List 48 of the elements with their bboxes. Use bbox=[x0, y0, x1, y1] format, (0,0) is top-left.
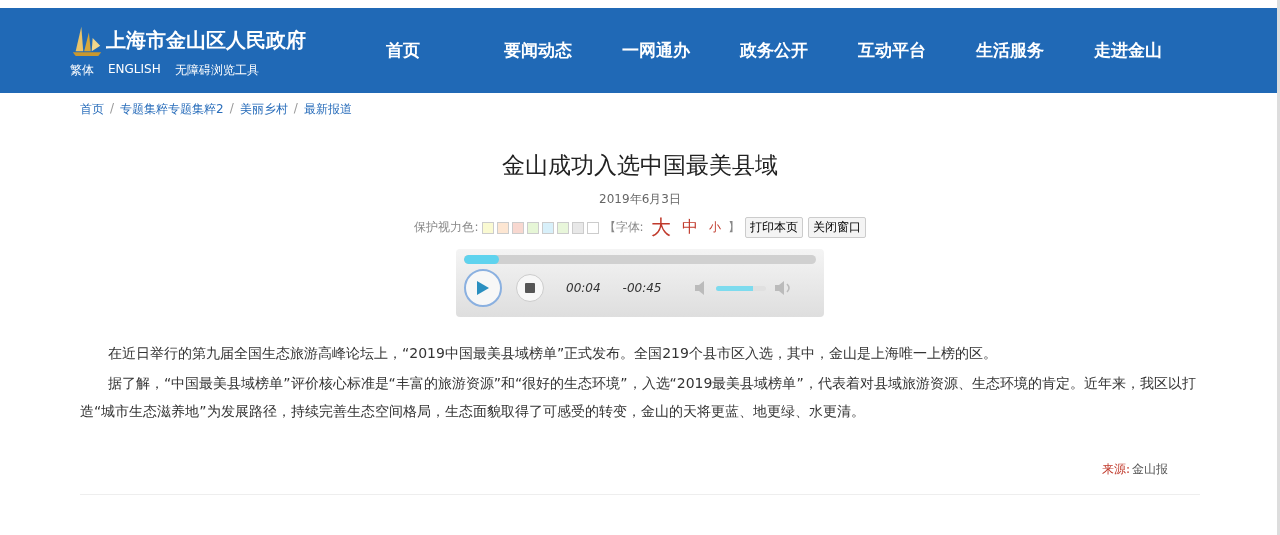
progress-track[interactable] bbox=[464, 255, 816, 264]
color-swatch[interactable] bbox=[571, 221, 584, 234]
breadcrumb-link[interactable]: 首页 bbox=[80, 101, 104, 118]
nav-link[interactable]: 走进金山 bbox=[1094, 39, 1212, 62]
color-swatch[interactable] bbox=[586, 221, 599, 234]
stop-icon bbox=[525, 283, 535, 293]
nav-link[interactable]: 生活服务 bbox=[976, 39, 1094, 62]
font-size-link[interactable]: 中 bbox=[681, 217, 698, 238]
breadcrumb-link[interactable]: 最新报道 bbox=[303, 101, 352, 118]
site-title[interactable]: 上海市金山区人民政府 bbox=[106, 26, 306, 54]
nav-link[interactable]: 互动平台 bbox=[858, 39, 976, 62]
play-button[interactable] bbox=[464, 269, 502, 307]
article-paragraph: 据了解，“中国最美县域榜单”评价核心标准是“丰富的旅游资源”和“很好的生态环境”，入选“2019最美县域榜单”，代表着对县域旅游资源、生态环境的肯定。近年来，我区以打造“城市生态滋养地”为发展路径，持续完善生态空间格局，生态面貌取得了可感受的转变，金山的天将更蓝、地更绿、水更清。 bbox=[80, 374, 1197, 421]
breadcrumb-separator: / bbox=[229, 101, 234, 117]
header-link[interactable]: 无障碍浏览工具 bbox=[174, 62, 259, 79]
breadcrumb-link[interactable]: 美丽乡村 bbox=[239, 101, 288, 118]
stop-button[interactable] bbox=[516, 274, 544, 302]
breadcrumb-separator: / bbox=[110, 101, 115, 117]
font-size-link[interactable]: 小 bbox=[708, 219, 721, 236]
font-label: 【字体: bbox=[603, 219, 644, 236]
nav-link[interactable]: 首页 bbox=[386, 39, 504, 62]
source-label: 来源: bbox=[1101, 461, 1130, 478]
color-swatch[interactable] bbox=[526, 221, 539, 234]
tool-button[interactable]: 打印本页 bbox=[744, 217, 803, 238]
color-swatch[interactable] bbox=[541, 221, 554, 234]
color-swatch[interactable] bbox=[556, 221, 569, 234]
tool-button[interactable]: 关闭窗口 bbox=[807, 217, 866, 238]
color-swatch[interactable] bbox=[481, 221, 494, 234]
breadcrumb-link[interactable]: 专题集粹专题集粹2 bbox=[120, 101, 224, 118]
nav-link[interactable]: 政务公开 bbox=[740, 39, 858, 62]
source-name: 金山报 bbox=[1132, 461, 1168, 478]
article-date: 2019年6月3日 bbox=[598, 191, 682, 208]
font-bracket: 】 bbox=[727, 219, 740, 236]
remaining-time: -00:45 bbox=[622, 281, 662, 295]
play-icon bbox=[476, 280, 490, 296]
article-title: 金山成功入选中国最美县域 bbox=[501, 151, 779, 180]
elapsed-time: 00:04 bbox=[566, 281, 601, 295]
font-size-link[interactable]: 大 bbox=[650, 214, 671, 241]
color-swatch[interactable] bbox=[511, 221, 524, 234]
volume-track[interactable] bbox=[715, 285, 766, 291]
color-swatch[interactable] bbox=[496, 221, 509, 234]
nav-link[interactable]: 一网通办 bbox=[622, 39, 740, 62]
header-link[interactable]: ENGLISH bbox=[108, 62, 161, 79]
article-paragraph: 在近日举行的第九届全国生态旅游高峰论坛上，“2019中国最美县域榜单”正式发布。全国219个县市区入选，其中，金山是上海唯一上榜的区。 bbox=[107, 344, 998, 363]
breadcrumb-separator: / bbox=[293, 101, 298, 117]
eye-color-label: 保护视力色: bbox=[414, 219, 479, 236]
nav-link[interactable]: 要闻动态 bbox=[504, 39, 622, 62]
header-link[interactable]: 繁体 bbox=[70, 62, 94, 79]
